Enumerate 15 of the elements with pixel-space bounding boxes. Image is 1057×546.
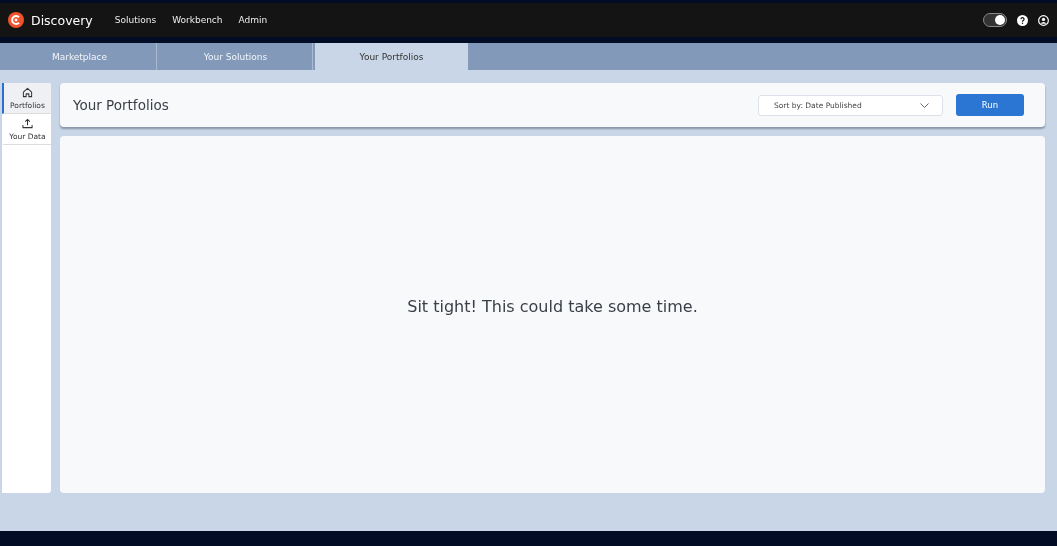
theme-toggle[interactable]	[983, 13, 1007, 27]
app-name[interactable]: Discovery	[31, 12, 93, 28]
help-icon[interactable]	[1017, 14, 1028, 26]
user-icon[interactable]	[1038, 14, 1049, 26]
logo-icon	[8, 12, 24, 28]
upload-icon	[22, 118, 33, 129]
loading-message: Sit tight! This could take some time.	[407, 297, 698, 316]
nav-link[interactable]: Solutions	[114, 15, 157, 25]
run-button[interactable]: Run	[956, 94, 1024, 116]
chevron-down-icon	[920, 102, 929, 108]
tab[interactable]: Your Portfolios	[315, 43, 468, 70]
home-icon	[22, 87, 33, 98]
page-title: Your Portfolios	[73, 97, 170, 113]
nav-link[interactable]: Admin	[238, 15, 268, 25]
nav-link[interactable]: Workbench	[172, 15, 223, 25]
